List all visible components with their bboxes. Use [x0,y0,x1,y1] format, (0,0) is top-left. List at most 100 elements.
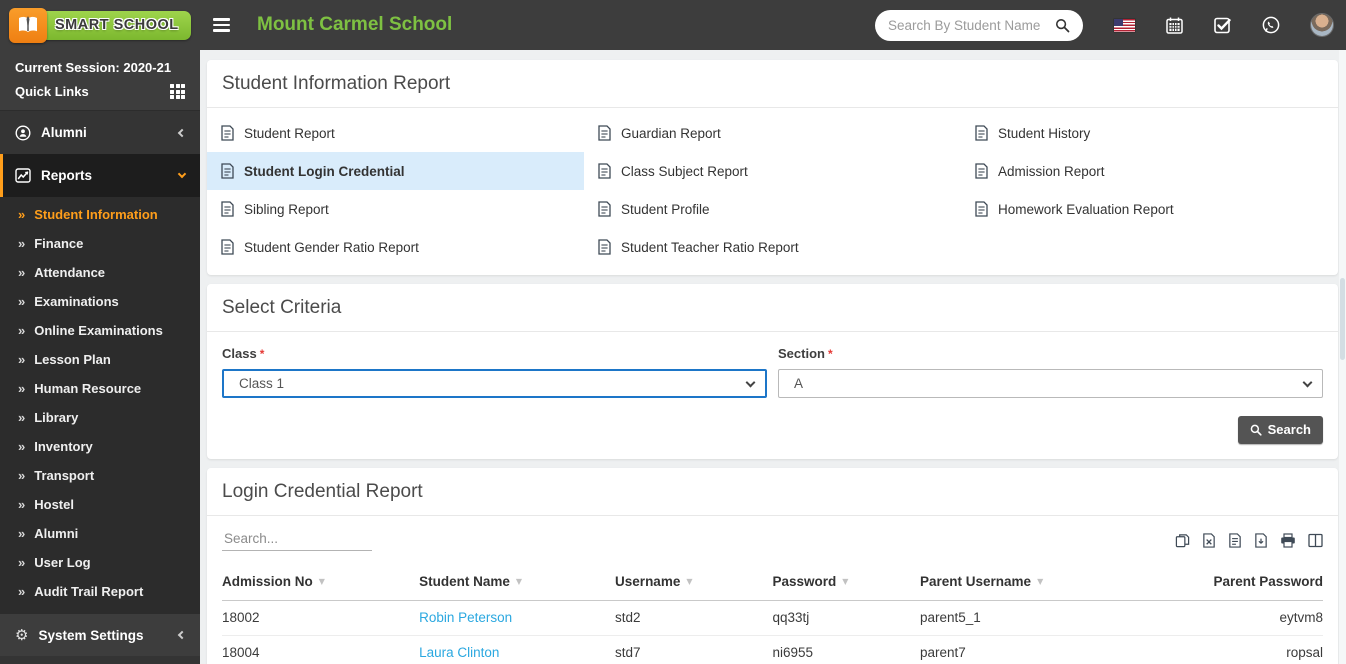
sidebar-subitem-audit-trail-report[interactable]: » Audit Trail Report [0,577,200,606]
main-content: Student Information Report Student Repor… [200,50,1346,664]
col-header-password[interactable]: Password ▼ [772,564,921,601]
section-select[interactable]: A [778,369,1323,398]
search-icon[interactable] [1055,18,1070,33]
subitem-label: Online Examinations [34,323,163,338]
sidebar-subitem-hostel[interactable]: » Hostel [0,490,200,519]
double-arrow-icon: » [18,236,26,251]
password-cell: ni6955 [772,635,921,664]
report-link-student-login-credential[interactable]: Student Login Credential [207,152,584,190]
csv-export-icon[interactable] [1228,533,1242,548]
quick-links-grid-icon[interactable] [170,84,185,99]
document-icon [598,239,611,255]
student-name-link[interactable]: Laura Clinton [419,645,499,660]
double-arrow-icon: » [18,468,26,483]
report-link-class-subject-report[interactable]: Class Subject Report [584,152,961,190]
chart-icon [15,168,31,183]
username-cell: std2 [615,600,773,636]
chevron-down-icon [1302,377,1313,387]
sidebar-item-system-settings[interactable]: ⚙ System Settings [0,613,200,656]
sidebar-subitem-lesson-plan[interactable]: » Lesson Plan [0,345,200,374]
top-header: SMART SCHOOL Mount Carmel School [0,0,1346,50]
subitem-label: Hostel [34,497,74,512]
student-name-cell: Robin Peterson [419,600,616,636]
report-link-student-profile[interactable]: Student Profile [584,190,961,228]
document-icon [221,239,234,255]
required-asterisk: * [827,347,833,361]
sidebar-subitem-online-examinations[interactable]: » Online Examinations [0,316,200,345]
double-arrow-icon: » [18,410,26,425]
sidebar-item-label: Alumni [41,125,87,140]
search-button-label: Search [1267,422,1311,437]
table-search-input[interactable] [222,528,372,551]
user-avatar[interactable] [1311,14,1333,36]
document-icon [975,201,988,217]
col-header-admission-no[interactable]: Admission No ▼ [222,564,420,601]
table-row: 18004 Laura Clinton std7 ni6955 parent7 … [222,635,1323,664]
sidebar-item-reports[interactable]: Reports [0,154,200,197]
report-link-label: Student Gender Ratio Report [244,239,419,255]
sidebar-subitem-library[interactable]: » Library [0,403,200,432]
column-visibility-icon[interactable] [1308,533,1323,548]
section-label: Section * [778,346,833,361]
book-logo-icon [9,7,47,43]
admission-no-cell: 18004 [222,635,420,664]
report-link-student-report[interactable]: Student Report [207,114,584,152]
report-link-student-history[interactable]: Student History [961,114,1338,152]
sidebar-subitem-finance[interactable]: » Finance [0,229,200,258]
report-link-label: Student Teacher Ratio Report [621,239,799,255]
language-flag-icon[interactable] [1114,18,1135,32]
student-name-link[interactable]: Robin Peterson [419,610,512,625]
sidebar-subitem-transport[interactable]: » Transport [0,461,200,490]
report-link-homework-evaluation-report[interactable]: Homework Evaluation Report [961,190,1338,228]
sidebar-subitem-student-information[interactable]: » Student Information [0,200,200,229]
double-arrow-icon: » [18,584,26,599]
report-link-label: Student Report [244,125,335,141]
sidebar-subitem-alumni[interactable]: » Alumni [0,519,200,548]
sidebar-subitem-examinations[interactable]: » Examinations [0,287,200,316]
chevron-down-icon [745,377,756,387]
app-logo[interactable]: SMART SCHOOL [0,7,200,43]
col-header-parent-password[interactable]: Parent Password [1130,564,1323,601]
pdf-export-icon[interactable] [1254,533,1268,548]
student-name-cell: Laura Clinton [419,635,616,664]
document-icon [221,125,234,141]
quick-links-label: Quick Links [15,84,89,99]
subitem-label: Audit Trail Report [34,584,144,599]
school-name-title: Mount Carmel School [257,14,453,35]
report-link-label: Student Profile [621,201,710,217]
print-icon[interactable] [1280,533,1296,548]
double-arrow-icon: » [18,207,26,222]
report-link-admission-report[interactable]: Admission Report [961,152,1338,190]
excel-export-icon[interactable] [1202,533,1216,548]
double-arrow-icon: » [18,526,26,541]
subitem-label: Library [34,410,79,425]
col-header-username[interactable]: Username ▼ [615,564,773,601]
student-information-report-card: Student Information Report Student Repor… [207,60,1338,275]
class-select[interactable]: Class 1 [222,369,767,398]
student-search-input[interactable] [888,17,1055,33]
whatsapp-icon[interactable] [1262,16,1280,34]
sidebar-subitem-attendance[interactable]: » Attendance [0,258,200,287]
task-check-icon[interactable] [1214,17,1231,34]
report-links-grid: Student Report Guardian Report Student H… [207,108,1338,275]
report-link-guardian-report[interactable]: Guardian Report [584,114,961,152]
search-button[interactable]: Search [1237,416,1323,444]
double-arrow-icon: » [18,294,26,309]
double-arrow-icon: » [18,555,26,570]
sidebar-subitem-user-log[interactable]: » User Log [0,548,200,577]
hamburger-menu-icon[interactable] [213,18,230,32]
class-select-value: Class 1 [239,376,285,391]
sidebar-subitem-inventory[interactable]: » Inventory [0,432,200,461]
report-link-sibling-report[interactable]: Sibling Report [207,190,584,228]
col-header-student-name[interactable]: Student Name ▼ [419,564,616,601]
report-link-student-teacher-ratio-report[interactable]: Student Teacher Ratio Report [584,228,961,266]
report-link-label: Homework Evaluation Report [998,201,1174,217]
calendar-icon[interactable] [1166,17,1183,34]
sidebar-item-alumni[interactable]: Alumni [0,111,200,154]
card-title: Student Information Report [207,60,1338,108]
scrollbar-thumb[interactable] [1340,278,1345,360]
report-link-student-gender-ratio-report[interactable]: Student Gender Ratio Report [207,228,584,266]
copy-icon[interactable] [1175,533,1190,548]
sidebar-subitem-human-resource[interactable]: » Human Resource [0,374,200,403]
col-header-parent-username[interactable]: Parent Username ▼ [920,564,1131,601]
